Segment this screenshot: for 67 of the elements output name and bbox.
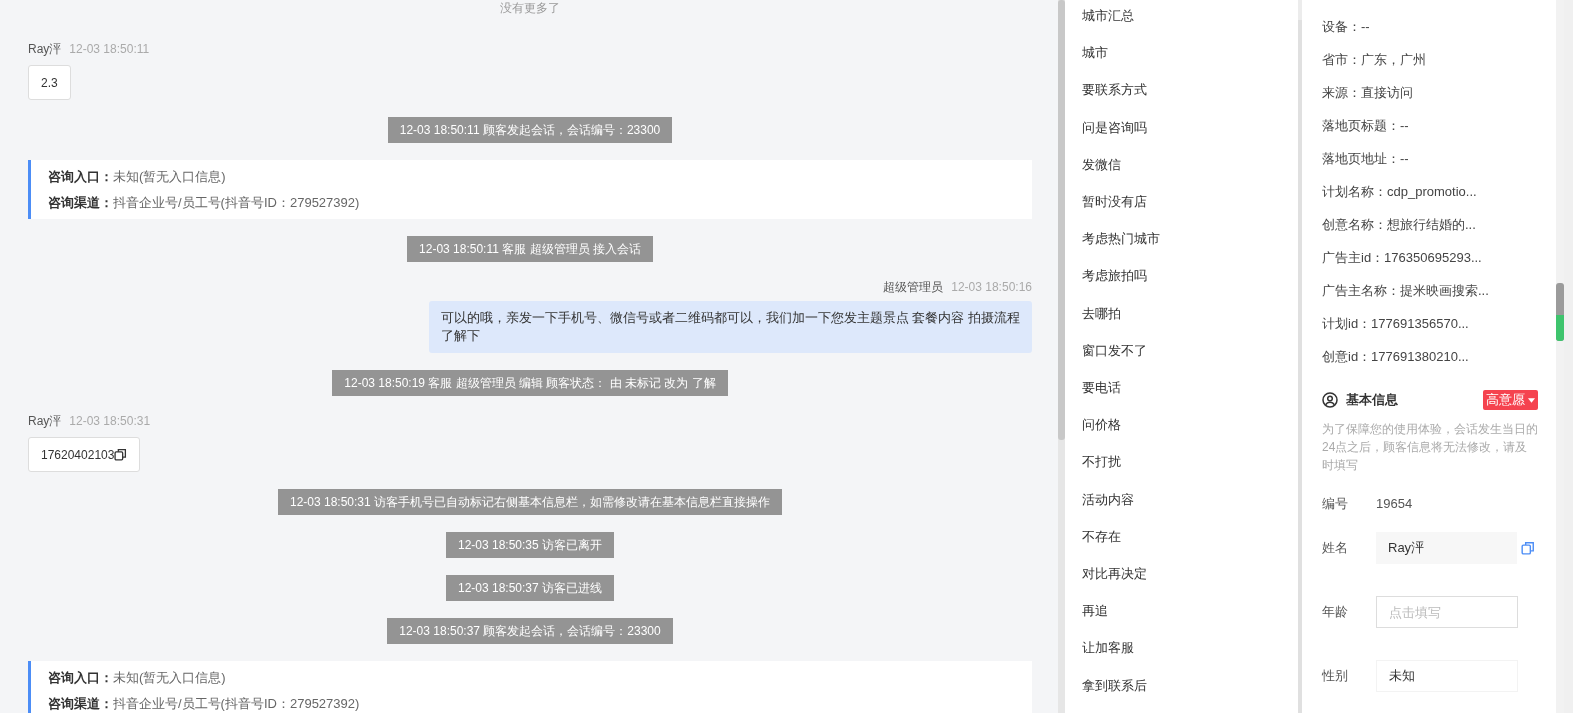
select-field[interactable]: 未知 <box>1376 660 1518 692</box>
message-time: 12-03 18:50:31 <box>69 413 151 429</box>
system-notice: 12-03 18:50:35 访客已离开 <box>445 532 615 558</box>
source-info-line: 创意id：177691380210... <box>1322 348 1470 366</box>
source-info-line: 广告主id：176350695293... <box>1322 249 1483 267</box>
copy-icon[interactable] <box>114 448 128 461</box>
quick-reply-item[interactable]: 发微信 <box>1082 154 1298 192</box>
source-info-line: 计划名称：cdp_promotio... <box>1322 183 1478 201</box>
section-title: 基本信息 <box>1346 391 1398 410</box>
system-notice: 12-03 18:50:19 客服 超级管理员 编辑 顾客状态： 由 未标记 改为 了解 <box>332 370 728 396</box>
system-notice: 12-03 18:50:37 访客已进线 <box>445 575 615 601</box>
quick-reply-item[interactable]: 考虑热门城市 <box>1082 229 1298 267</box>
message-time: 12-03 18:50:11 <box>69 41 150 57</box>
quick-reply-item[interactable]: 城市 <box>1082 43 1298 81</box>
scrollbar-thumb[interactable] <box>1556 283 1564 341</box>
system-notice: 12-03 18:50:37 顾客发起会话，会话编号：23300 <box>387 618 673 644</box>
quick-reply-item[interactable]: 对比再决定 <box>1082 564 1298 602</box>
source-info-line: 设备：-- <box>1322 18 1371 36</box>
message-bubble: 2.3 <box>28 65 71 100</box>
sender-name: 超级管理员 <box>883 279 944 295</box>
intent-tag[interactable]: 高意愿 <box>1483 390 1538 410</box>
source-info-line: 落地页标题：-- <box>1322 117 1410 135</box>
info-line: 咨询入口：未知(暂无入口信息) <box>48 669 227 687</box>
field-label: 姓名 <box>1322 539 1349 558</box>
quick-reply-item[interactable]: 城市汇总 <box>1082 6 1298 44</box>
source-info-line: 落地页地址：-- <box>1322 150 1410 168</box>
quick-reply-item[interactable]: 要联系方式 <box>1082 80 1298 118</box>
quick-reply-item[interactable]: 窗口发不了 <box>1082 340 1298 379</box>
quick-reply-item[interactable]: 不存在 <box>1082 526 1298 565</box>
source-info-line: 计划id：177691356570... <box>1322 315 1470 333</box>
source-info-line: 广告主名称：提米映画搜索... <box>1322 282 1490 300</box>
message-bubble: 17620402103 <box>28 437 141 472</box>
field-label: 年龄 <box>1322 603 1349 622</box>
field-label: 性别 <box>1322 667 1349 686</box>
quick-reply-item[interactable]: 活动内容 <box>1082 489 1298 527</box>
quick-reply-item[interactable]: 不打扰 <box>1082 452 1298 490</box>
source-info-line: 省市：广东，广州 <box>1322 51 1427 69</box>
system-notice: 12-03 18:50:11 客服 超级管理员 接入会话 <box>407 236 653 262</box>
quick-reply-item[interactable]: 问是咨询吗 <box>1082 117 1298 155</box>
no-more-notice: 没有更多了 <box>500 0 560 16</box>
system-notice: 12-03 18:50:11 顾客发起会话，会话编号：23300 <box>387 117 673 143</box>
sender-name: Ray泙 <box>28 41 62 57</box>
quick-reply-item[interactable]: 暂时没有店 <box>1082 192 1298 230</box>
quick-reply-item[interactable]: 去哪拍 <box>1082 303 1298 341</box>
user-icon <box>1322 392 1338 408</box>
field-value: 19654 <box>1376 495 1413 514</box>
info-line: 咨询渠道：抖音企业号/员工号(抖音号ID：279527392) <box>48 695 361 713</box>
quick-reply-item[interactable]: 拿到联系后 <box>1082 675 1298 713</box>
source-info-line: 创意名称：想旅行结婚的... <box>1322 216 1477 234</box>
quick-reply-item[interactable]: 让加客服 <box>1082 638 1298 676</box>
notice-text: 为了保障您的使用体验，会话发生当日的24点之后，顾客信息将无法修改，请及时填写 <box>1322 421 1538 474</box>
name-field[interactable]: Ray泙 <box>1376 532 1517 564</box>
quick-reply-item[interactable]: 考虑旅拍吗 <box>1082 266 1298 304</box>
message-bubble: 可以的哦，亲发一下手机号、微信号或者二维码都可以，我们加一下您发主题景点 套餐内容 拍摄流程了解下 <box>429 301 1032 353</box>
scrollbar-thumb[interactable] <box>1058 0 1065 440</box>
input-field[interactable]: 点击填写 <box>1376 596 1518 628</box>
source-info-line: 来源：直接访问 <box>1322 84 1414 102</box>
info-line: 咨询渠道：抖音企业号/员工号(抖音号ID：279527392) <box>48 194 361 212</box>
caret-icon <box>1528 397 1535 403</box>
info-line: 咨询入口：未知(暂无入口信息) <box>48 168 227 186</box>
quick-reply-item[interactable]: 再追 <box>1082 601 1298 639</box>
field-label: 编号 <box>1322 495 1349 514</box>
quick-reply-item[interactable]: 问价格 <box>1082 415 1298 453</box>
system-notice: 12-03 18:50:31 访客手机号已自动标记右侧基本信息栏，如需修改请在基本信息栏直接操作 <box>277 489 783 515</box>
sender-name: Ray泙 <box>28 413 62 429</box>
quick-reply-item[interactable]: 要电话 <box>1082 378 1298 416</box>
message-time: 12-03 18:50:16 <box>951 279 1032 295</box>
